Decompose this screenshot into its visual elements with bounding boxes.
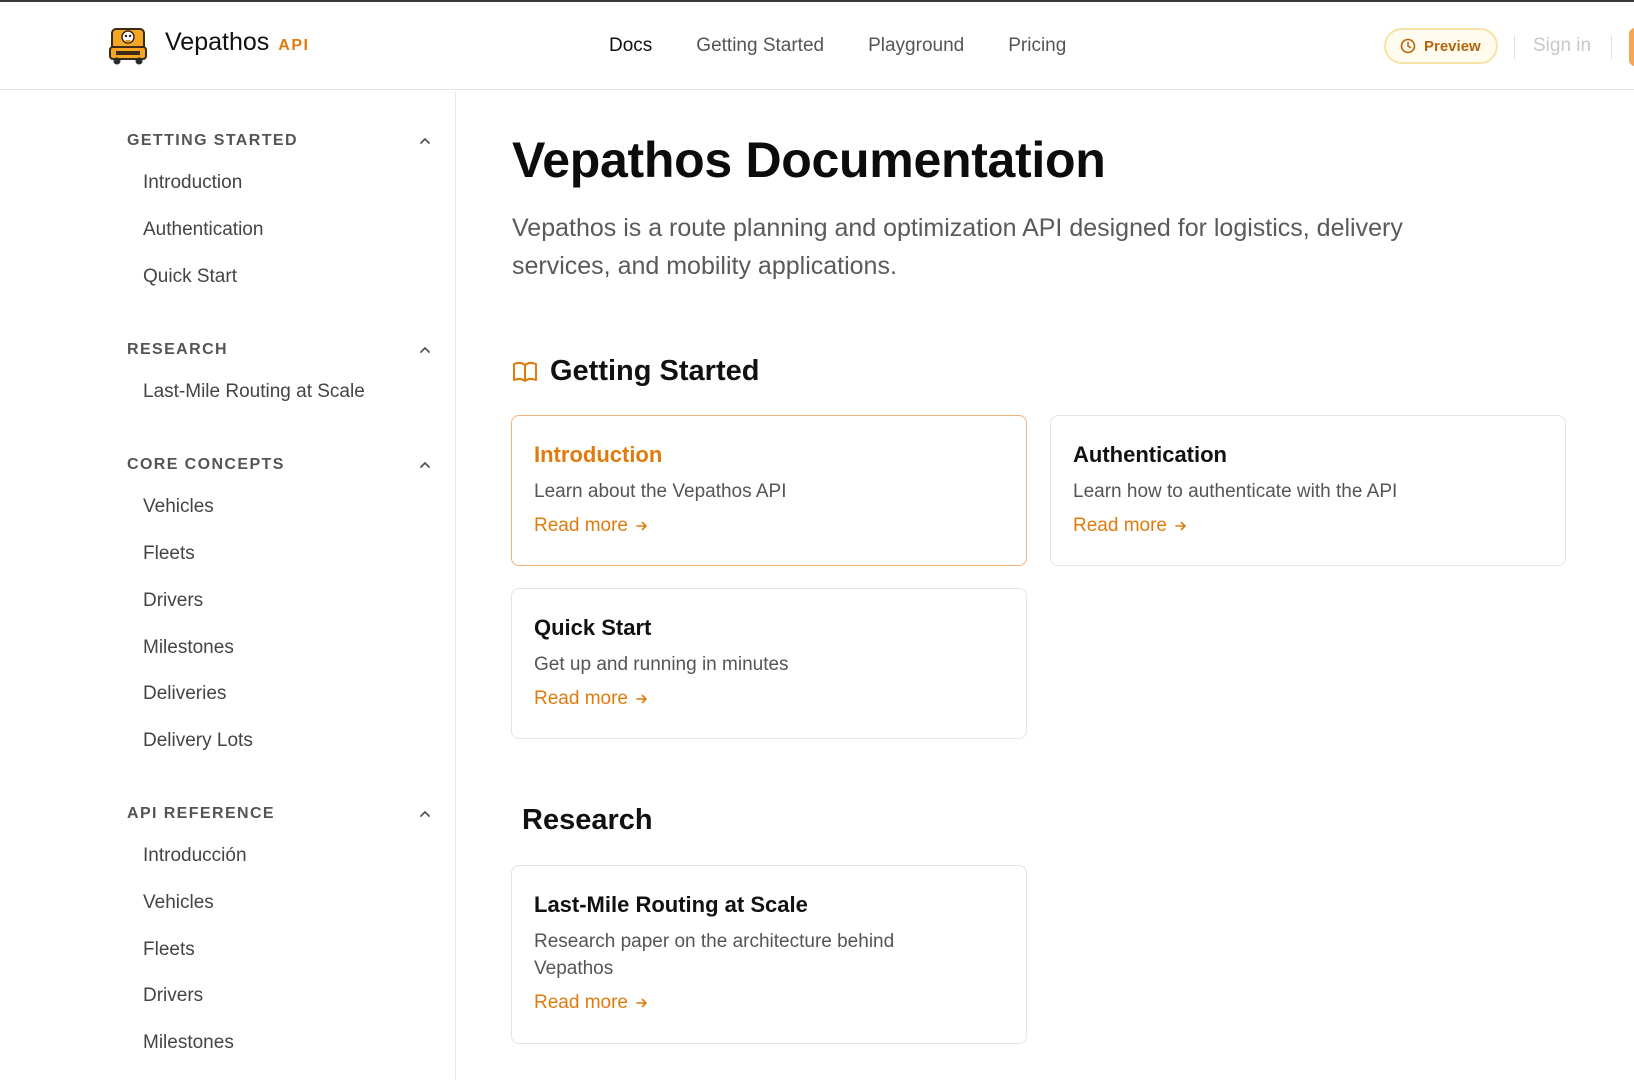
brand[interactable]: Vepathos API (165, 28, 309, 57)
sidebar-item-api-milestones[interactable]: Milestones (143, 1032, 234, 1054)
chevron-up-icon (420, 811, 430, 817)
book-open-icon (513, 361, 537, 382)
sidebar-section-core-concepts[interactable]: CORE CONCEPTS (127, 453, 432, 477)
sidebar-section-api-reference[interactable]: API REFERENCE (127, 802, 432, 826)
clock-icon (1400, 38, 1416, 54)
nav-docs[interactable]: Docs (609, 35, 652, 57)
nav-getting-started[interactable]: Getting Started (696, 35, 824, 57)
card-description: Learn how to authenticate with the API (1073, 481, 1398, 502)
sidebar-section-title: API REFERENCE (127, 805, 275, 822)
page-title: Vepathos Documentation (512, 132, 1106, 188)
preview-button[interactable]: Preview (1384, 28, 1498, 64)
sidebar-section-title: GETTING STARTED (127, 132, 298, 149)
read-more-link[interactable]: Read more (1073, 515, 1543, 537)
sidebar-item-api-drivers[interactable]: Drivers (143, 985, 203, 1007)
main-nav: Docs Getting Started Playground Pricing (609, 2, 1110, 90)
sign-in-link[interactable]: Sign in (1533, 35, 1591, 57)
read-more-link[interactable]: Read more (534, 688, 1004, 710)
card-title: Quick Start (534, 615, 652, 640)
sidebar-section-title: RESEARCH (127, 341, 228, 358)
sidebar-item-authentication[interactable]: Authentication (143, 219, 263, 241)
nav-playground[interactable]: Playground (868, 35, 964, 57)
read-more-label: Read more (534, 992, 628, 1013)
card-title: Authentication (1073, 442, 1227, 467)
card-description: Learn about the Vepathos API (534, 481, 787, 502)
card-description: Get up and running in minutes (534, 654, 789, 675)
chevron-up-icon (420, 138, 430, 144)
chevron-up-icon (420, 347, 430, 353)
card-quick-start[interactable]: Quick Start Get up and running in minute… (511, 588, 1027, 739)
read-more-label: Read more (534, 515, 628, 536)
nav-pricing[interactable]: Pricing (1008, 35, 1066, 57)
read-more-label: Read more (534, 688, 628, 709)
section-title-research: Research (522, 804, 653, 837)
card-title: Introduction (534, 442, 663, 467)
header-divider (1611, 35, 1612, 59)
arrow-right-icon (636, 694, 647, 704)
sidebar-item-api-vehicles[interactable]: Vehicles (143, 892, 214, 914)
brand-name: Vepathos (165, 28, 270, 56)
arrow-right-icon (636, 998, 647, 1008)
arrow-right-icon (1175, 521, 1186, 531)
card-authentication[interactable]: Authentication Learn how to authenticate… (1050, 415, 1566, 566)
sidebar-item-delivery-lots[interactable]: Delivery Lots (143, 730, 253, 752)
top-header: Vepathos API Docs Getting Started Playgr… (0, 2, 1634, 90)
page-subtitle: Vepathos is a route planning and optimiz… (512, 214, 1403, 280)
logo-icon[interactable] (108, 25, 148, 67)
card-last-mile-routing[interactable]: Last-Mile Routing at Scale Research pape… (511, 865, 1027, 1044)
sidebar: GETTING STARTED Introduction Authenticat… (0, 91, 456, 1080)
sidebar-item-quick-start[interactable]: Quick Start (143, 266, 237, 288)
section-title-getting-started: Getting Started (512, 355, 759, 388)
arrow-right-icon (636, 521, 647, 531)
sidebar-item-fleets[interactable]: Fleets (143, 543, 195, 565)
header-divider (1514, 35, 1515, 59)
read-more-link[interactable]: Read more (534, 992, 1004, 1014)
sidebar-item-deliveries[interactable]: Deliveries (143, 683, 226, 705)
section-title-text: Research (522, 804, 653, 836)
cta-button[interactable] (1629, 28, 1634, 66)
sidebar-item-introduccion[interactable]: Introducción (143, 845, 247, 867)
sidebar-item-last-mile-routing[interactable]: Last-Mile Routing at Scale (143, 381, 365, 403)
sidebar-section-research[interactable]: RESEARCH (127, 338, 432, 362)
sidebar-item-api-fleets[interactable]: Fleets (143, 939, 195, 961)
main-content: Vepathos Documentation Vepathos is a rou… (457, 91, 1634, 1080)
card-description: Research paper on the architecture behin… (534, 931, 895, 979)
sidebar-item-drivers[interactable]: Drivers (143, 590, 203, 612)
read-more-link[interactable]: Read more (534, 515, 1004, 537)
sidebar-item-introduction[interactable]: Introduction (143, 172, 242, 194)
sidebar-item-vehicles[interactable]: Vehicles (143, 496, 214, 518)
sidebar-section-getting-started[interactable]: GETTING STARTED (127, 129, 432, 153)
section-title-text: Getting Started (550, 355, 760, 387)
card-introduction[interactable]: Introduction Learn about the Vepathos AP… (511, 415, 1027, 566)
sidebar-section-title: CORE CONCEPTS (127, 456, 285, 473)
brand-tag: API (278, 37, 310, 54)
read-more-label: Read more (1073, 515, 1167, 536)
card-title: Last-Mile Routing at Scale (534, 892, 808, 917)
sidebar-item-milestones[interactable]: Milestones (143, 637, 234, 659)
preview-label: Preview (1424, 37, 1481, 55)
chevron-up-icon (420, 462, 430, 468)
